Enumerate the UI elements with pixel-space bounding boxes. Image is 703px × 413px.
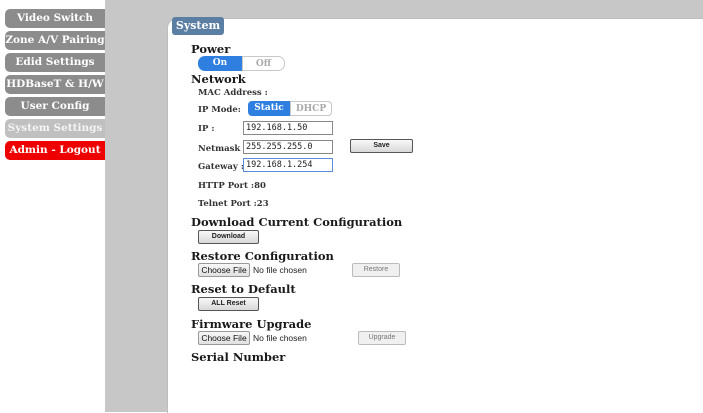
netmask-input[interactable]: 255.255.255.0 xyxy=(243,140,333,154)
all-reset-button[interactable]: ALL Reset xyxy=(198,297,259,311)
nav-video-switch[interactable]: Video Switch xyxy=(5,9,105,28)
firmware-file-status: No file chosen xyxy=(253,333,307,343)
http-port-text: HTTP Port :80 xyxy=(198,181,266,191)
sidebar-nav: Video Switch Zone A/V Pairing Edid Setti… xyxy=(0,0,105,412)
netmask-label: Netmask : xyxy=(198,144,247,154)
power-heading: Power xyxy=(191,42,231,56)
nav-edid-settings[interactable]: Edid Settings xyxy=(5,53,105,72)
nav-user-config[interactable]: User Config xyxy=(5,97,105,116)
power-on-toggle[interactable]: On xyxy=(198,56,242,71)
ip-label: IP : xyxy=(198,124,215,134)
nav-hdbaset-hw[interactable]: HDBaseT & H/W xyxy=(5,75,105,94)
firmware-upgrade-heading: Firmware Upgrade xyxy=(191,317,312,331)
firmware-choose-file-button[interactable]: Choose File xyxy=(198,331,250,345)
restore-file-status: No file chosen xyxy=(253,265,307,275)
gateway-input[interactable]: 192.168.1.254 xyxy=(243,158,333,172)
network-heading: Network xyxy=(191,72,246,86)
reset-default-heading: Reset to Default xyxy=(191,282,296,296)
telnet-port-text: Telnet Port :23 xyxy=(198,199,269,209)
panel-title: System xyxy=(172,17,224,35)
restore-choose-file-button[interactable]: Choose File xyxy=(198,263,250,277)
mac-address-label: MAC Address : xyxy=(198,88,268,98)
download-config-heading: Download Current Configuration xyxy=(191,215,403,229)
serial-number-heading: Serial Number xyxy=(191,350,286,364)
upgrade-button[interactable]: Upgrade xyxy=(358,331,406,345)
ip-mode-label: IP Mode: xyxy=(198,105,241,115)
power-off-toggle[interactable]: Off xyxy=(242,56,285,71)
ip-mode-static-toggle[interactable]: Static xyxy=(248,101,290,116)
ip-input[interactable]: 192.168.1.50 xyxy=(243,121,333,135)
nav-system-settings[interactable]: System Settings xyxy=(5,119,105,138)
ip-mode-dhcp-toggle[interactable]: DHCP xyxy=(290,101,332,116)
download-button[interactable]: Download xyxy=(198,230,259,244)
restore-button[interactable]: Restore xyxy=(352,263,400,277)
gateway-label: Gateway : xyxy=(198,162,244,172)
restore-config-heading: Restore Configuration xyxy=(191,249,334,263)
nav-admin-logout[interactable]: Admin - Logout xyxy=(5,141,105,160)
nav-zone-av-pairing[interactable]: Zone A/V Pairing xyxy=(5,31,105,50)
save-button[interactable]: Save xyxy=(350,139,413,153)
